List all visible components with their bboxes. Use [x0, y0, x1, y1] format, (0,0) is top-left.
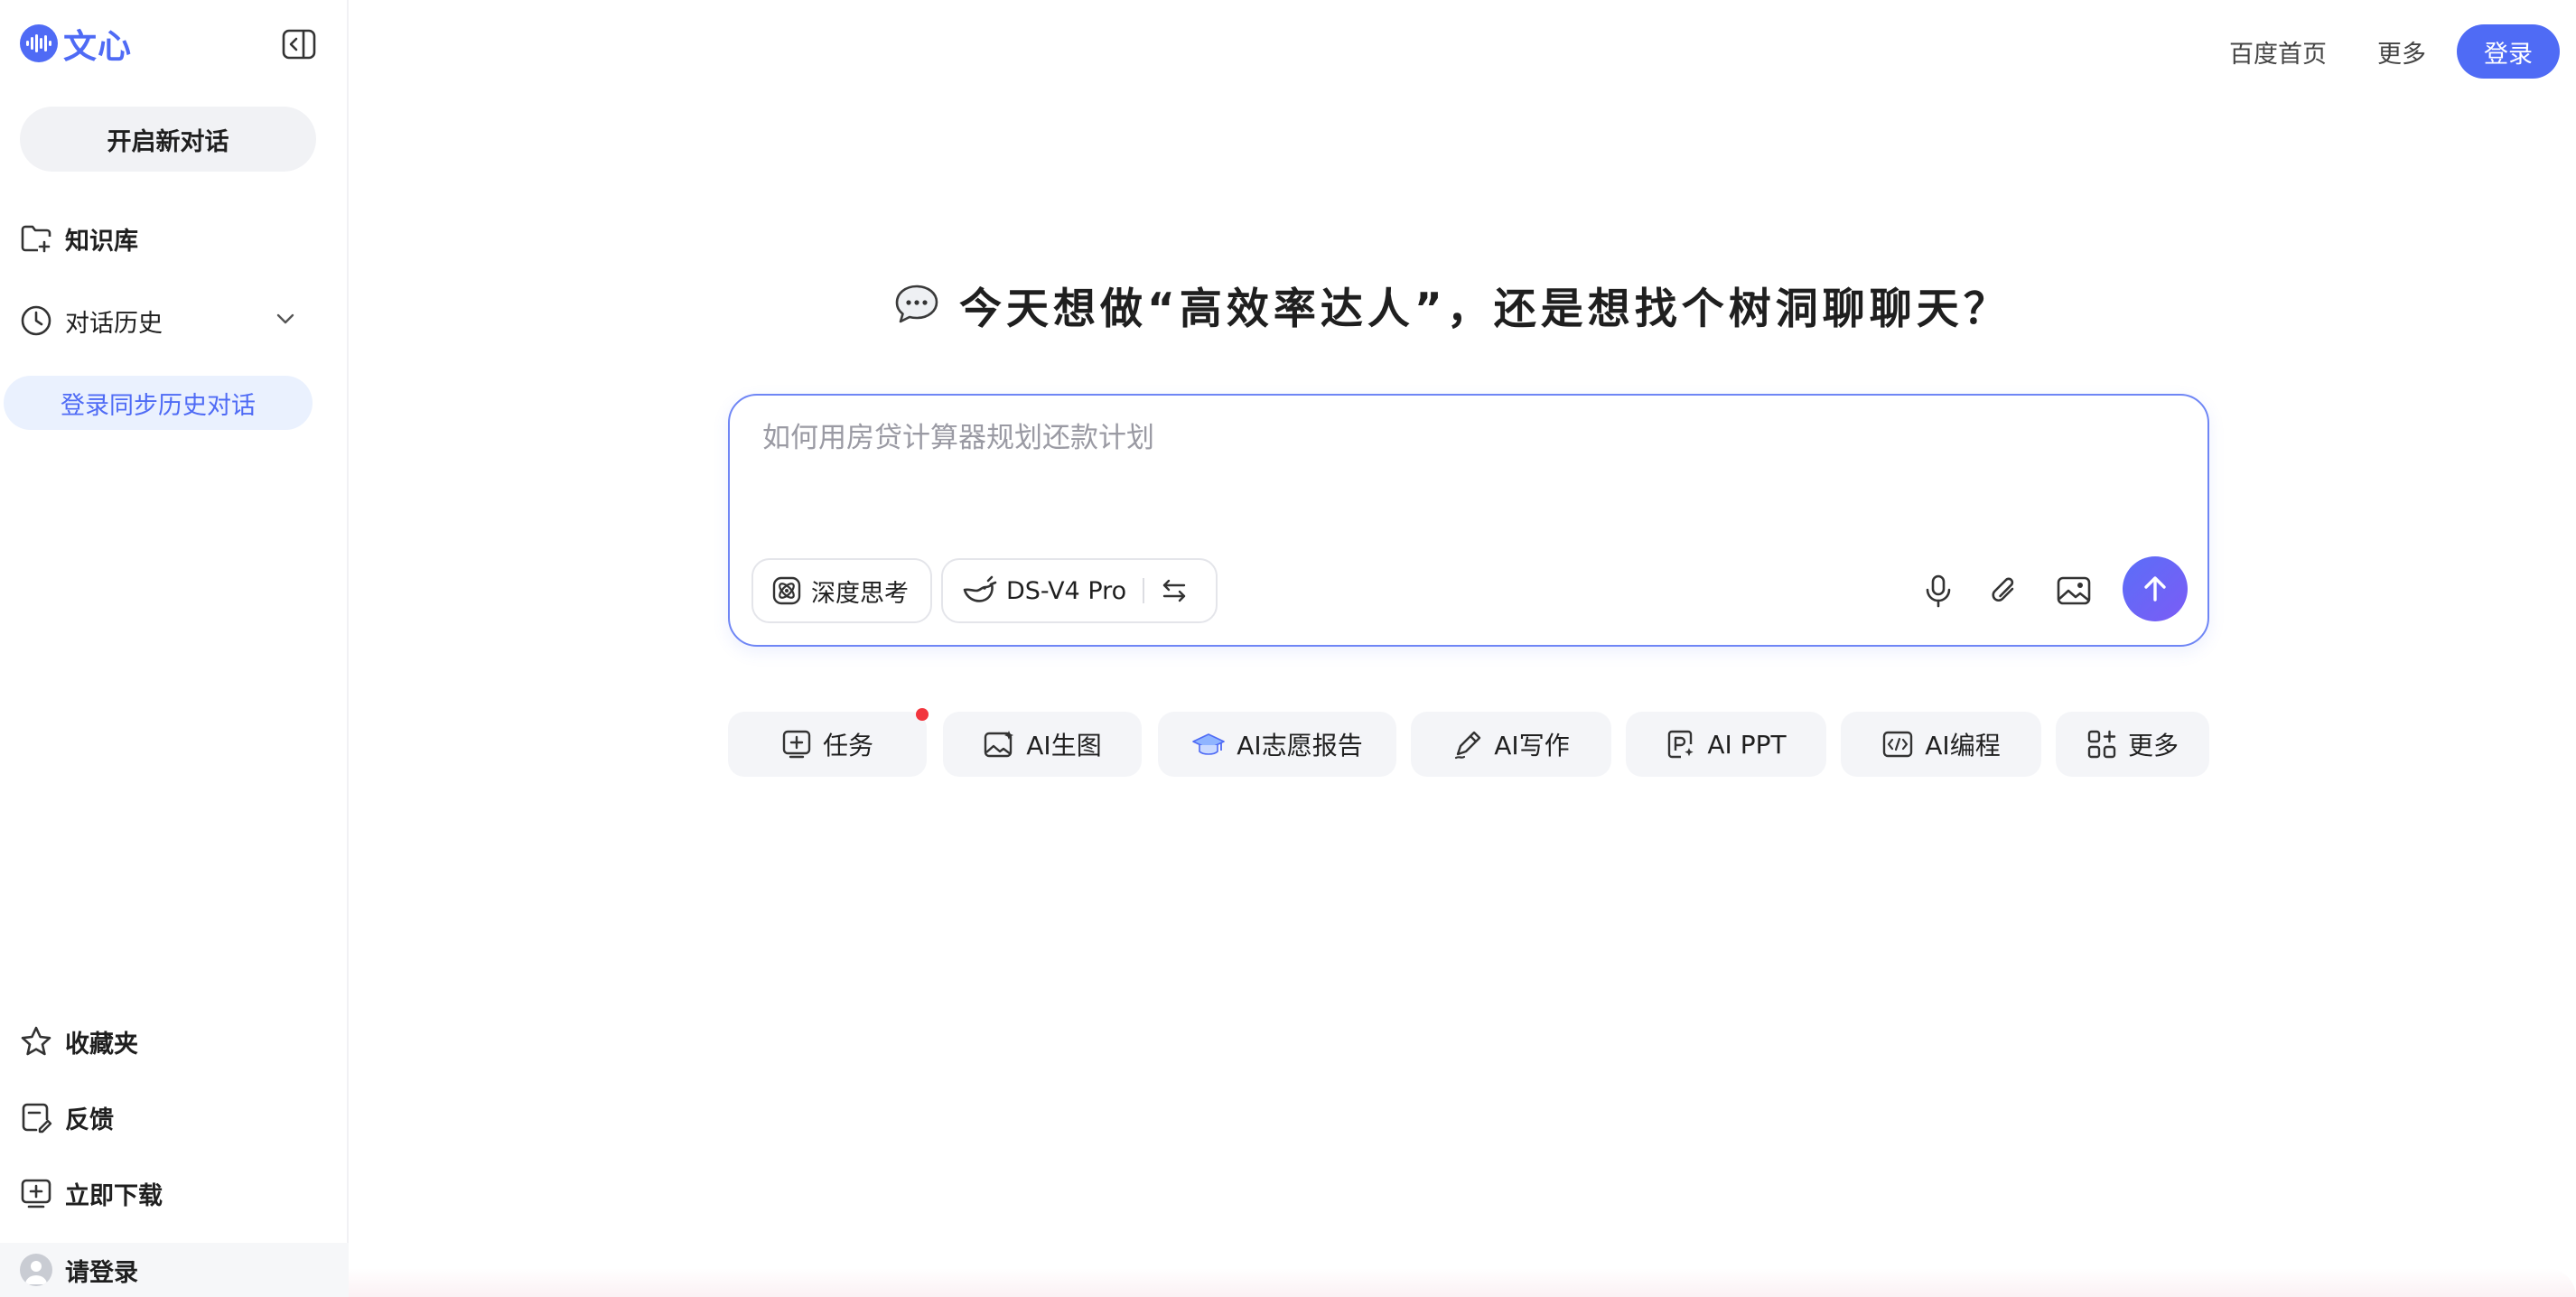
sidebar-login-row[interactable]: 请登录 [0, 1243, 349, 1297]
action-ai-coding[interactable]: AI编程 [1841, 712, 2041, 777]
image-upload-icon[interactable] [2056, 573, 2092, 609]
sync-history-button[interactable]: 登录同步历史对话 [4, 376, 313, 430]
sidebar-item-label: 反馈 [65, 1106, 114, 1134]
atom-icon [772, 576, 801, 605]
chevron-down-icon[interactable] [273, 306, 298, 331]
divider [1143, 578, 1145, 603]
action-ai-admission-report[interactable]: AI志愿报告 [1158, 712, 1396, 777]
more-link[interactable]: 更多 [2377, 34, 2426, 70]
login-prompt-label: 请登录 [65, 1258, 138, 1287]
pen-icon [1455, 731, 1481, 760]
wenxin-logo-icon [20, 24, 58, 62]
logo-text: 文心 [63, 27, 132, 66]
action-ai-image[interactable]: AI生图 [943, 712, 1142, 777]
arrow-up-icon [2144, 576, 2166, 602]
avatar [20, 1254, 52, 1286]
star-icon [21, 1026, 51, 1056]
baidu-home-link[interactable]: 百度首页 [2229, 34, 2327, 70]
chat-bubble-icon [895, 285, 938, 323]
sidebar-item-favorites[interactable]: 收藏夹 [20, 1019, 309, 1064]
whale-model-icon [963, 575, 997, 602]
action-label: AI编程 [1925, 731, 2001, 760]
attachment-icon[interactable] [1987, 573, 2023, 609]
action-label: AI写作 [1494, 731, 1570, 760]
user-icon [25, 1261, 47, 1284]
code-icon [1883, 731, 1913, 758]
sidebar-item-knowledge[interactable]: 知识库 [20, 216, 309, 261]
action-label: 任务 [822, 731, 873, 760]
model-name-label: DS-V4 Pro [1006, 576, 1127, 605]
feedback-icon [22, 1103, 52, 1134]
grid-icon [2087, 730, 2116, 759]
sidebar-collapse-icon [282, 29, 316, 60]
sidebar-item-download[interactable]: 立即下载 [20, 1171, 309, 1216]
sidebar-item-label: 收藏夹 [65, 1030, 138, 1059]
clock-icon [21, 305, 51, 336]
sidebar: 文心 开启新对话 知识库 对话历史 登录同步历史对话 收藏夹 反馈 立即下载 请… [0, 0, 349, 1297]
collapse-sidebar-button[interactable] [282, 29, 316, 60]
new-chat-button[interactable]: 开启新对话 [20, 107, 316, 172]
graduation-cap-icon [1192, 733, 1226, 755]
ppt-icon [1668, 730, 1694, 759]
deep-think-label: 深度思考 [811, 579, 909, 608]
sidebar-item-label: 立即下载 [65, 1181, 163, 1210]
headline-text: 今天想做“高效率达人”，还是想找个树洞聊聊天？ [959, 284, 2011, 334]
action-ai-ppt[interactable]: AI PPT [1626, 712, 1826, 777]
swap-icon[interactable] [1161, 577, 1188, 604]
sidebar-item-history[interactable]: 对话历史 [20, 298, 309, 343]
sidebar-item-label: 对话历史 [65, 309, 163, 338]
sidebar-item-feedback[interactable]: 反馈 [20, 1095, 309, 1140]
chat-input[interactable] [762, 415, 2171, 461]
new-badge-dot [916, 708, 929, 721]
model-selector[interactable]: DS-V4 Pro [941, 558, 1218, 623]
action-label: AI志愿报告 [1237, 731, 1363, 760]
image-gen-icon [985, 731, 1014, 758]
folder-icon [21, 225, 51, 253]
action-label: AI生图 [1026, 731, 1102, 760]
logo[interactable]: 文心 [20, 23, 132, 66]
greeting-headline: 今天想做“高效率达人”，还是想找个树洞聊聊天？ [894, 275, 2011, 334]
sidebar-item-label: 知识库 [65, 227, 138, 256]
deep-think-toggle[interactable]: 深度思考 [751, 558, 932, 623]
send-button[interactable] [2123, 556, 2188, 621]
bottom-gradient-bar [349, 1268, 2576, 1297]
download-icon [21, 1179, 51, 1208]
action-label: AI PPT [1707, 729, 1787, 760]
task-icon [782, 730, 811, 759]
action-task[interactable]: 任务 [728, 708, 929, 777]
action-ai-writing[interactable]: AI写作 [1411, 712, 1611, 777]
microphone-icon[interactable] [1920, 573, 1956, 609]
action-more[interactable]: 更多 [2056, 712, 2209, 777]
login-button[interactable]: 登录 [2457, 24, 2560, 79]
action-label: 更多 [2127, 731, 2179, 760]
chat-composer: 深度思考 DS-V4 Pro [728, 394, 2209, 647]
